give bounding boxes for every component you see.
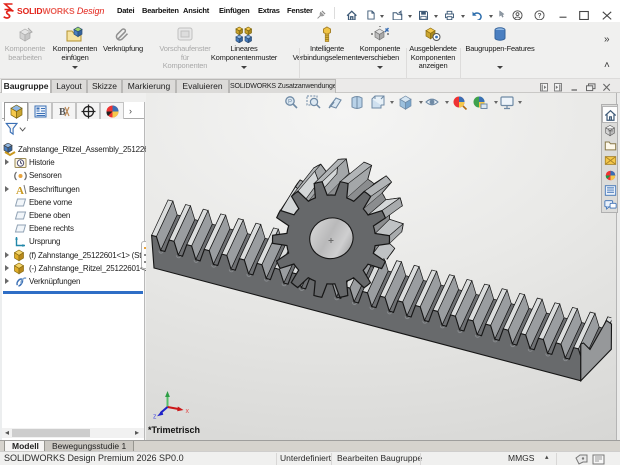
svg-text:A: A [16, 185, 24, 196]
svg-text:B: B [59, 107, 66, 118]
svg-text:?: ? [537, 13, 541, 20]
svg-text:z: z [153, 414, 157, 421]
svg-text:x: x [186, 408, 190, 415]
svg-text:P: P [288, 100, 292, 106]
